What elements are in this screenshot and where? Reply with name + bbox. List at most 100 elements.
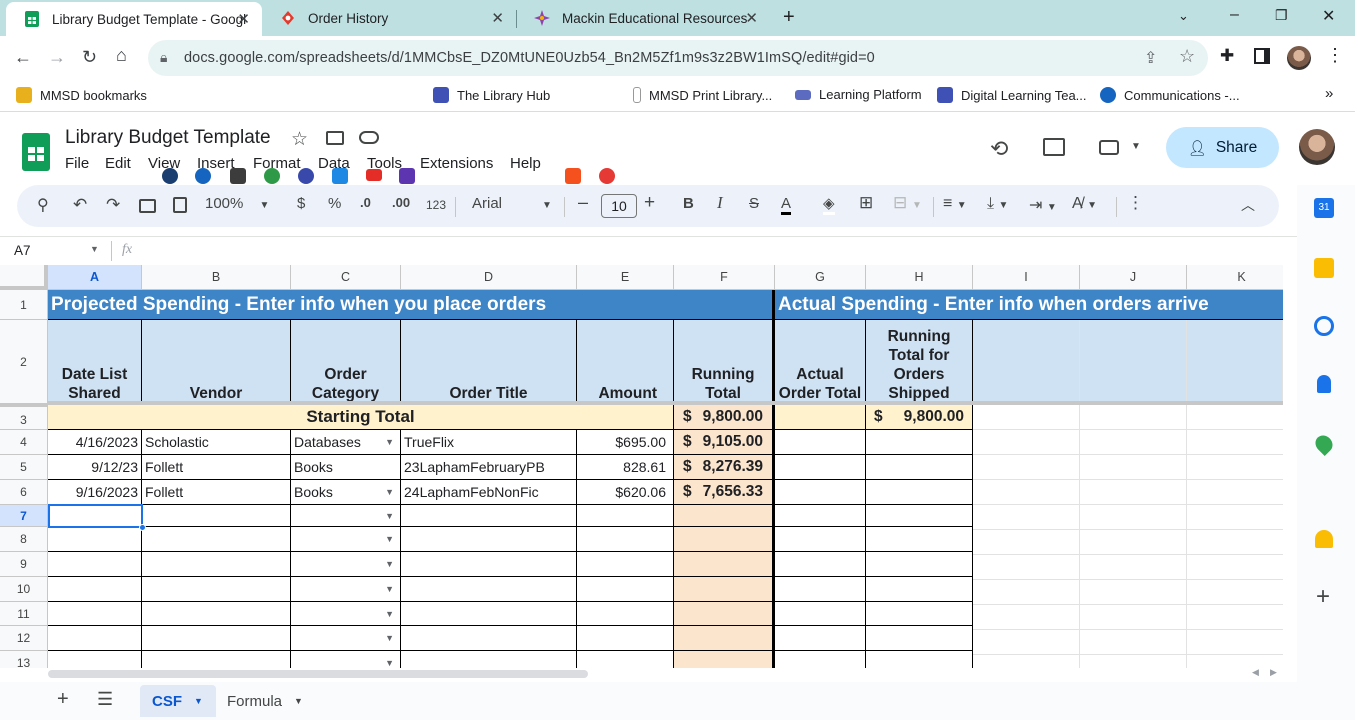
currency-format-button[interactable]: $ (297, 195, 305, 212)
cell-f8[interactable] (674, 527, 775, 552)
cell-h7[interactable] (866, 505, 973, 527)
column-header-i[interactable]: I (973, 265, 1080, 290)
more-formats-button[interactable]: 123 (426, 198, 446, 212)
cell-f5-running[interactable]: $8,276.39 (674, 455, 775, 480)
cell-e6-amount[interactable]: $620.06 (577, 480, 674, 505)
cell-d8[interactable] (401, 527, 577, 552)
bookmark-library-hub[interactable]: The Library Hub (433, 87, 550, 103)
header-actual-order-total[interactable]: Actual Order Total (775, 320, 866, 404)
cell-f6-running[interactable]: $7,656.33 (674, 480, 775, 505)
dropdown-arrow-icon[interactable]: ▼ (385, 584, 394, 594)
horizontal-scrollbar-thumb[interactable] (48, 670, 588, 678)
merge-cells-icon[interactable]: ⊟ ▼ (893, 193, 922, 213)
cell-b12[interactable] (142, 626, 291, 651)
column-header-c[interactable]: C (291, 265, 401, 290)
cell-e9[interactable] (577, 552, 674, 577)
cell-e4-amount[interactable]: $695.00 (577, 430, 674, 455)
text-rotation-icon[interactable]: A̸ ▼ (1072, 195, 1097, 213)
cell-g8[interactable] (775, 527, 866, 552)
column-header-k[interactable]: K (1187, 265, 1283, 290)
cell-a10[interactable] (48, 577, 142, 602)
row-header-3[interactable]: 3 (0, 404, 48, 430)
header-running-total[interactable]: Running Total (674, 320, 775, 404)
dropdown-arrow-icon[interactable]: ▼ (385, 559, 394, 569)
cell-a12[interactable] (48, 626, 142, 651)
header-cell-i[interactable] (973, 320, 1080, 404)
header-amount[interactable]: Amount (577, 320, 674, 404)
header-order-category[interactable]: Order Category (291, 320, 401, 404)
scroll-left-icon[interactable]: ◀ (1252, 667, 1259, 678)
bookmark-learning-platform[interactable]: Learning Platform (795, 87, 922, 102)
borders-icon[interactable]: ⊞ (859, 193, 873, 213)
bookmark-star-icon[interactable]: ☆ (1179, 46, 1195, 67)
menu-insert[interactable]: Insert (197, 155, 235, 172)
dropdown-arrow-icon[interactable]: ▼ (385, 534, 394, 544)
starting-running-total[interactable]: $9,800.00 (674, 405, 775, 430)
projected-spending-banner[interactable]: Projected Spending - Enter info when you… (48, 290, 775, 320)
close-icon[interactable]: ✕ (491, 9, 504, 27)
cell-g12[interactable] (775, 626, 866, 651)
row-header-11[interactable]: 11 (0, 602, 48, 626)
increase-decimal-button[interactable]: .00 (392, 195, 410, 210)
cell-g13[interactable] (775, 651, 866, 668)
calendar-icon[interactable]: 31 (1314, 198, 1334, 218)
actual-spending-banner[interactable]: Actual Spending - Enter info when orders… (775, 290, 1283, 320)
formula-input[interactable] (150, 240, 1290, 262)
cell-g9[interactable] (775, 552, 866, 577)
sheet-tab-csf[interactable]: CSF ▼ (140, 685, 216, 717)
more-tools-icon[interactable]: ⋮ (1127, 193, 1144, 213)
browser-tab-order-history[interactable]: Order History ✕ (262, 0, 516, 36)
cell-b5-vendor[interactable]: Follett (142, 455, 291, 480)
column-header-f[interactable]: F (674, 265, 775, 290)
back-arrow-icon[interactable]: ← (14, 47, 32, 68)
cell-g6[interactable] (775, 480, 866, 505)
close-icon[interactable]: ✕ (745, 9, 758, 27)
search-menus-icon[interactable]: ⚲ (37, 195, 49, 215)
cell-a6-date[interactable]: 9/16/2023 (48, 480, 142, 505)
tab-search-chevron-icon[interactable]: ⌄ (1178, 8, 1189, 24)
menu-file[interactable]: File (65, 155, 89, 172)
cell-f7[interactable] (674, 505, 775, 527)
column-header-h[interactable]: H (866, 265, 973, 290)
cell-g7[interactable] (775, 505, 866, 527)
cell-d4-title[interactable]: TrueFlix (401, 430, 577, 455)
cell-d11[interactable] (401, 602, 577, 626)
profile-avatar[interactable] (1287, 46, 1311, 70)
cell-c12[interactable]: ▼ (291, 626, 401, 651)
notification-bell-icon[interactable] (1315, 530, 1333, 548)
zoom-select[interactable]: 100% ▼ (205, 195, 269, 212)
cell-h8[interactable] (866, 527, 973, 552)
print-icon[interactable] (139, 199, 156, 213)
forward-arrow-icon[interactable]: → (48, 47, 66, 68)
row-header-12[interactable]: 12 (0, 626, 48, 651)
cell-b6-vendor[interactable]: Follett (142, 480, 291, 505)
bookmark-digital-learning[interactable]: Digital Learning Tea... (937, 87, 1087, 103)
starting-actual-cell[interactable] (775, 405, 866, 430)
cell-d7[interactable] (401, 505, 577, 527)
cell-d13[interactable] (401, 651, 577, 668)
fill-color-icon[interactable]: ◈ (823, 195, 835, 215)
header-cell-j[interactable] (1080, 320, 1187, 404)
italic-button[interactable]: I (717, 193, 723, 213)
keep-icon[interactable] (1314, 258, 1334, 278)
cell-c8[interactable]: ▼ (291, 527, 401, 552)
column-header-d[interactable]: D (401, 265, 577, 290)
comments-icon[interactable] (1043, 138, 1065, 156)
get-addons-plus-icon[interactable]: + (1316, 583, 1330, 611)
maps-icon[interactable] (1311, 431, 1337, 457)
row-header-4[interactable]: 4 (0, 430, 48, 455)
cell-e7[interactable] (577, 505, 674, 527)
meet-camera-icon[interactable] (1099, 140, 1119, 155)
cell-f4-running[interactable]: $9,105.00 (674, 430, 775, 455)
cell-c13[interactable]: ▼ (291, 651, 401, 668)
cell-b10[interactable] (142, 577, 291, 602)
row-header-13[interactable]: 13 (0, 651, 48, 668)
header-running-total-shipped[interactable]: Running Total for Orders Shipped (866, 320, 973, 404)
column-header-a[interactable]: A (48, 265, 142, 290)
row-header-5[interactable]: 5 (0, 455, 48, 480)
text-wrapping-icon[interactable]: ⇥ ▼ (1029, 195, 1057, 215)
cell-f10[interactable] (674, 577, 775, 602)
cell-a9[interactable] (48, 552, 142, 577)
name-box[interactable]: A7 (14, 243, 31, 258)
cell-d12[interactable] (401, 626, 577, 651)
